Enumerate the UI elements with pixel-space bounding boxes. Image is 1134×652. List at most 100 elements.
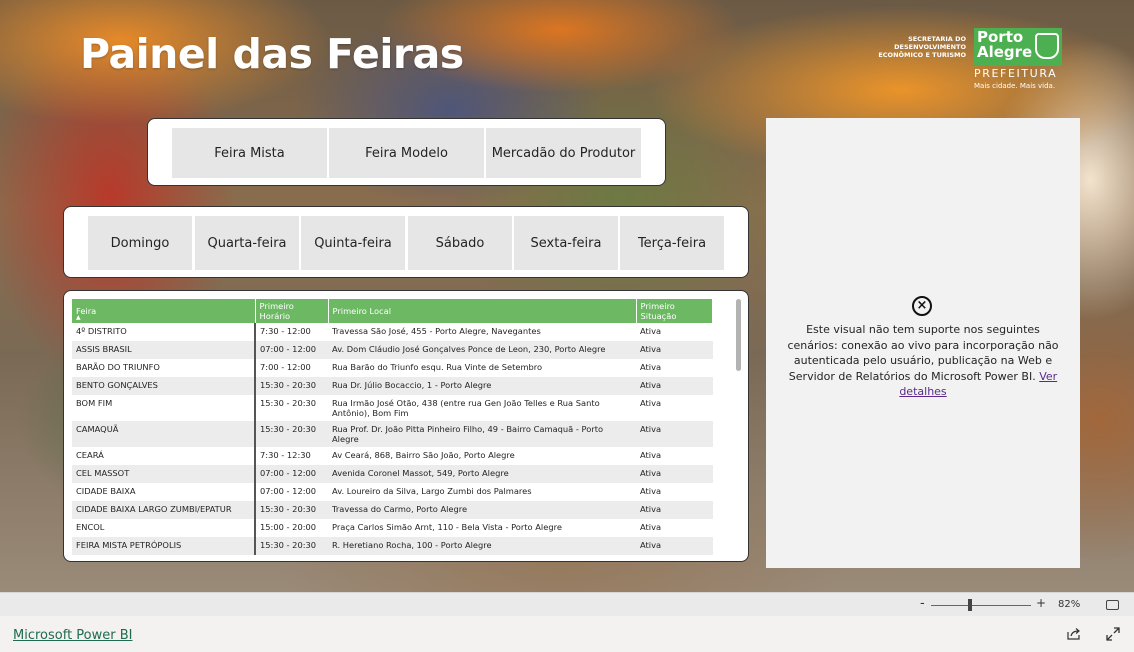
- table-row[interactable]: CEL MASSOT 07:00 - 12:00 Avenida Coronel M…: [72, 465, 713, 483]
- cell-situacao: Ativa: [636, 377, 713, 395]
- slicer-item-sabado[interactable]: Sábado: [408, 216, 512, 270]
- slicer-item-feira-mista[interactable]: Feira Mista: [172, 128, 327, 178]
- cell-situacao: Ativa: [636, 421, 713, 447]
- zoom-out-button[interactable]: -: [920, 596, 925, 611]
- cell-horario: 15:30 - 20:30: [255, 501, 328, 519]
- table-row[interactable]: FEIRA MISTA PETRÓPOLIS 15:30 - 20:30 R. He…: [72, 537, 713, 555]
- feiras-table-visual: Feira ▲ Primeiro Horário Primeiro Local P…: [63, 290, 749, 562]
- cell-local: Praça Carlos Simão Arnt, 110 - Bela Vist…: [328, 519, 636, 537]
- table-row[interactable]: ENCOL 15:00 - 20:00 Praça Carlos Simão Arn…: [72, 519, 713, 537]
- prefeitura-label: PREFEITURA: [974, 67, 1058, 80]
- cell-local: Av. Dom Cláudio José Gonçalves Ponce de …: [328, 341, 636, 359]
- cell-local: Rua Dr. Júlio Bocaccio, 1 - Porto Alegre: [328, 377, 636, 395]
- cell-situacao: Ativa: [636, 395, 713, 421]
- cell-local: Avenida Coronel Massot, 549, Porto Alegr…: [328, 465, 636, 483]
- porto-alegre-wordmark: Porto Alegre: [977, 30, 1032, 60]
- cell-feira: BOM FIM: [72, 395, 256, 421]
- sort-ascending-icon: ▲: [76, 314, 81, 321]
- cell-feira: CEL MASSOT: [72, 465, 256, 483]
- header-primeiro-horario[interactable]: Primeiro Horário: [255, 299, 329, 323]
- cell-local: Av Ceará, 868, Bairro São João, Porto Al…: [328, 447, 636, 465]
- cell-situacao: Ativa: [636, 537, 713, 555]
- table-row[interactable]: 4º DISTRITO 7:30 - 12:00 Travessa São José…: [72, 323, 713, 341]
- zoom-slider-thumb[interactable]: [968, 599, 972, 611]
- secretaria-line-1: SECRETARIA DO: [908, 35, 966, 43]
- slicer-item-quinta[interactable]: Quinta-feira: [301, 216, 405, 270]
- cell-feira: CEARÁ: [72, 447, 256, 465]
- cell-horario: 7:30 - 12:30: [255, 447, 328, 465]
- cell-situacao: Ativa: [636, 323, 713, 341]
- report-title: Painel das Feiras: [80, 30, 464, 78]
- cell-feira: BARÃO DO TRIUNFO: [72, 359, 256, 377]
- cell-horario: 7:30 - 12:00: [255, 323, 328, 341]
- city-crest-icon: [1035, 33, 1059, 59]
- table-row[interactable]: CEARÁ 7:30 - 12:30 Av Ceará, 868, Bairro S…: [72, 447, 713, 465]
- cell-local: Rua Irmão José Otão, 438 (entre rua Gen …: [328, 395, 636, 421]
- cell-horario: 15:30 - 20:30: [255, 395, 328, 421]
- table-row[interactable]: CIDADE BAIXA LARGO ZUMBI/EPATUR 15:30 - 2…: [72, 501, 713, 519]
- table-row[interactable]: CAMAQUÃ 15:30 - 20:30 Rua Prof. Dr. João P…: [72, 421, 713, 447]
- slicer-item-feira-modelo[interactable]: Feira Modelo: [329, 128, 484, 178]
- header-primeiro-local[interactable]: Primeiro Local: [328, 299, 637, 323]
- cell-situacao: Ativa: [636, 447, 713, 465]
- secretaria-line-3: ECONÔMICO E TURISMO: [878, 51, 966, 59]
- cell-horario: 15:30 - 20:30: [255, 421, 328, 447]
- share-icon[interactable]: [1067, 627, 1081, 640]
- zoom-in-button[interactable]: +: [1036, 596, 1046, 610]
- table-scroll-area[interactable]: Feira ▲ Primeiro Horário Primeiro Local P…: [72, 299, 713, 557]
- unsupported-visual-placeholder: × Este visual não tem suporte nos seguin…: [766, 118, 1080, 568]
- table-row[interactable]: CIDADE BAIXA 07:00 - 12:00 Av. Loureiro da…: [72, 483, 713, 501]
- table-row[interactable]: BOM FIM 15:30 - 20:30 Rua Irmão José Otão,…: [72, 395, 713, 421]
- power-bi-link[interactable]: Microsoft Power BI: [13, 628, 132, 643]
- zoom-bar: - + 82%: [0, 592, 1134, 616]
- slicer-item-domingo[interactable]: Domingo: [88, 216, 192, 270]
- cell-feira: FEIRA MISTA PETRÓPOLIS: [72, 537, 256, 555]
- cell-situacao: Ativa: [636, 501, 713, 519]
- alegre-word: Alegre: [977, 43, 1033, 61]
- table-row[interactable]: BENTO GONÇALVES 15:30 - 20:30 Rua Dr. Júli…: [72, 377, 713, 395]
- cell-feira: ENCOL: [72, 519, 256, 537]
- logo-motto: Mais cidade. Mais vida.: [974, 82, 1056, 90]
- fit-to-page-icon[interactable]: [1106, 600, 1119, 610]
- cell-horario: 07:00 - 12:00: [255, 341, 328, 359]
- cell-local: Travessa São José, 455 - Porto Alegre, N…: [328, 323, 636, 341]
- cell-situacao: Ativa: [636, 341, 713, 359]
- cell-horario: 7:00 - 12:00: [255, 359, 328, 377]
- table-row[interactable]: BARÃO DO TRIUNFO 7:00 - 12:00 Rua Barão do…: [72, 359, 713, 377]
- cell-feira: ASSIS BRASIL: [72, 341, 256, 359]
- cell-feira: BENTO GONÇALVES: [72, 377, 256, 395]
- table-scrollbar[interactable]: [736, 299, 741, 371]
- secretaria-label: SECRETARIA DO DESENVOLVIMENTO ECONÔMICO …: [878, 35, 966, 59]
- unsupported-message: Este visual não tem suporte nos seguinte…: [780, 322, 1066, 400]
- report-canvas: Painel das Feiras SECRETARIA DO DESENVOL…: [0, 0, 1134, 592]
- cell-situacao: Ativa: [636, 465, 713, 483]
- unsupported-message-text: Este visual não tem suporte nos seguinte…: [787, 323, 1059, 383]
- close-circle-icon: ×: [912, 296, 932, 316]
- header-feira[interactable]: Feira ▲: [72, 299, 256, 323]
- table-header-row: Feira ▲ Primeiro Horário Primeiro Local P…: [72, 299, 713, 323]
- cell-feira: CIDADE BAIXA LARGO ZUMBI/EPATUR: [72, 501, 256, 519]
- cell-feira: 4º DISTRITO: [72, 323, 256, 341]
- zoom-slider-track[interactable]: [931, 605, 1031, 606]
- cell-horario: 07:00 - 12:00: [255, 465, 328, 483]
- zoom-level: 82%: [1058, 599, 1081, 610]
- table-row[interactable]: ASSIS BRASIL 07:00 - 12:00 Av. Dom Cláudio…: [72, 341, 713, 359]
- cell-horario: 15:30 - 20:30: [255, 377, 328, 395]
- slicer-item-quarta[interactable]: Quarta-feira: [195, 216, 299, 270]
- cell-local: R. Heretiano Rocha, 100 - Porto Alegre: [328, 537, 636, 555]
- cell-horario: 15:30 - 20:30: [255, 537, 328, 555]
- footer-bar: Microsoft Power BI: [0, 616, 1134, 652]
- slicer-item-mercadao[interactable]: Mercadão do Produtor: [486, 128, 641, 178]
- slicer-item-terca[interactable]: Terça-feira: [620, 216, 724, 270]
- feiras-table: Feira ▲ Primeiro Horário Primeiro Local P…: [72, 299, 713, 555]
- cell-situacao: Ativa: [636, 483, 713, 501]
- cell-feira: CAMAQUÃ: [72, 421, 256, 447]
- cell-local: Travessa do Carmo, Porto Alegre: [328, 501, 636, 519]
- prefeitura-logo: SECRETARIA DO DESENVOLVIMENTO ECONÔMICO …: [878, 28, 1068, 92]
- slicer-dia-semana: Domingo Quarta-feira Quinta-feira Sábado…: [63, 206, 749, 278]
- cell-horario: 15:00 - 20:00: [255, 519, 328, 537]
- cell-situacao: Ativa: [636, 519, 713, 537]
- fullscreen-icon[interactable]: [1106, 627, 1120, 641]
- slicer-item-sexta[interactable]: Sexta-feira: [514, 216, 618, 270]
- header-primeiro-situacao[interactable]: Primeiro Situação: [636, 299, 713, 323]
